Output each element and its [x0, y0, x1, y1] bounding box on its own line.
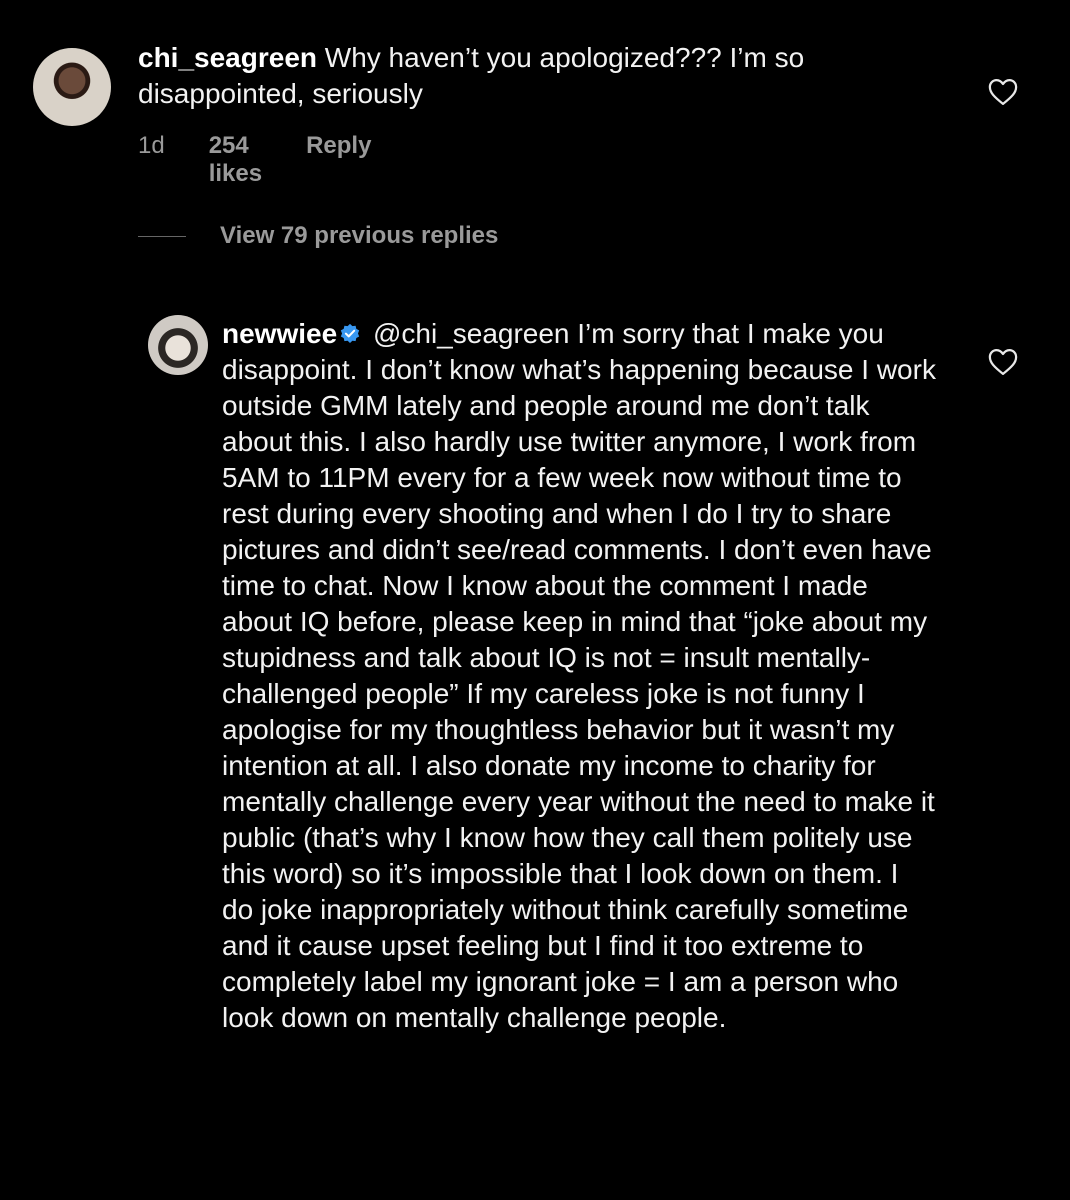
mention-link[interactable]: @chi_seagreen [373, 318, 570, 349]
avatar[interactable] [33, 48, 111, 126]
divider-line [138, 235, 186, 237]
comment-text: I’m sorry that I make you disappoint. I … [222, 318, 936, 1033]
comment-username[interactable]: newwiee [222, 318, 337, 349]
avatar[interactable] [148, 315, 208, 375]
reply-button[interactable]: Reply [306, 132, 371, 188]
view-replies-label[interactable]: View 79 previous replies [220, 222, 498, 250]
comment-body: chi_seagreen Why haven’t you apologized?… [138, 40, 938, 112]
comment-like-count[interactable]: 254 likes [209, 132, 262, 188]
comment-meta: 1d 254 likes Reply [138, 132, 371, 188]
heart-icon[interactable] [988, 78, 1018, 106]
comment-timestamp[interactable]: 1d [138, 132, 165, 188]
view-previous-replies[interactable]: View 79 previous replies [138, 222, 498, 250]
comment-username[interactable]: chi_seagreen [138, 42, 317, 73]
verified-badge-icon [341, 323, 360, 343]
comment-body: newwiee @chi_seagreen I’m sorry that I m… [222, 316, 937, 1036]
heart-icon[interactable] [988, 348, 1018, 376]
